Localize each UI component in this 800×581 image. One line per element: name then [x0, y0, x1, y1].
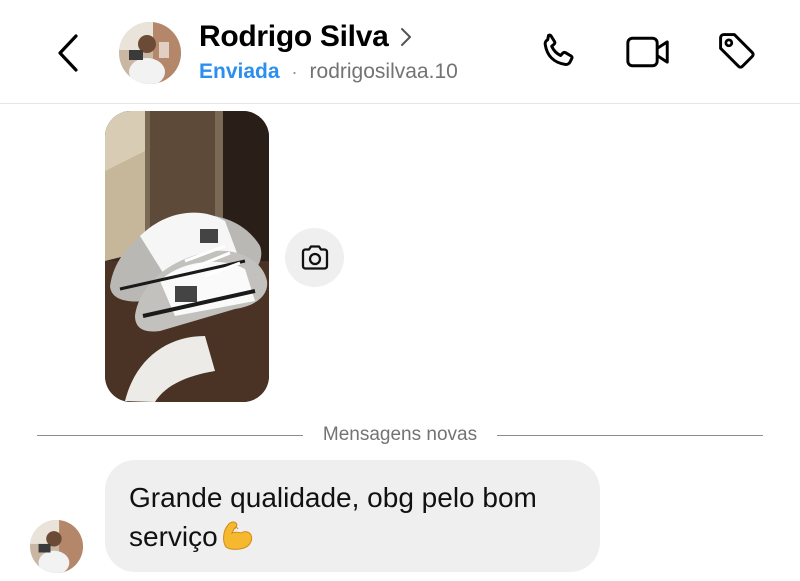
- back-arrow-icon: [58, 34, 78, 72]
- label-button[interactable]: [716, 30, 760, 74]
- flexed-biceps-emoji-icon: [220, 519, 254, 561]
- phone-icon: [543, 33, 574, 66]
- message-bubble[interactable]: Grande qualidade, obg pelo bom serviço: [105, 460, 600, 572]
- back-button[interactable]: [48, 30, 88, 76]
- camera-icon: [301, 244, 328, 270]
- contact-name[interactable]: Rodrigo Silva: [199, 20, 412, 54]
- chevron-right-icon: [400, 27, 412, 47]
- divider-line-left: [37, 434, 303, 436]
- video-camera-icon: [626, 36, 669, 68]
- message-text-line2: serviço: [129, 517, 578, 561]
- contact-name-text: Rodrigo Silva: [199, 20, 389, 53]
- photo-attachment[interactable]: [105, 111, 269, 402]
- contact-subline: Enviada · rodrigosilvaa.10: [199, 60, 458, 84]
- separator-dot: ·: [291, 61, 298, 82]
- message-status: Enviada: [199, 60, 280, 83]
- camera-button[interactable]: [285, 228, 344, 287]
- sneakers-photo: [105, 111, 269, 402]
- new-messages-divider: Mensagens novas: [37, 421, 763, 449]
- tag-icon: [719, 33, 755, 69]
- chat-header: Rodrigo Silva Enviada · rodrigosilvaa.10: [0, 0, 800, 104]
- contact-username: rodrigosilvaa.10: [309, 60, 458, 83]
- contact-avatar[interactable]: [119, 22, 181, 84]
- divider-label: Mensagens novas: [322, 424, 478, 445]
- video-call-button[interactable]: [626, 30, 670, 74]
- voice-call-button[interactable]: [536, 30, 580, 74]
- sender-avatar[interactable]: [30, 520, 83, 573]
- divider-line-right: [497, 434, 763, 436]
- message-text-line2-text: serviço: [129, 521, 218, 552]
- message-text-line1: Grande qualidade, obg pelo bom: [129, 482, 537, 513]
